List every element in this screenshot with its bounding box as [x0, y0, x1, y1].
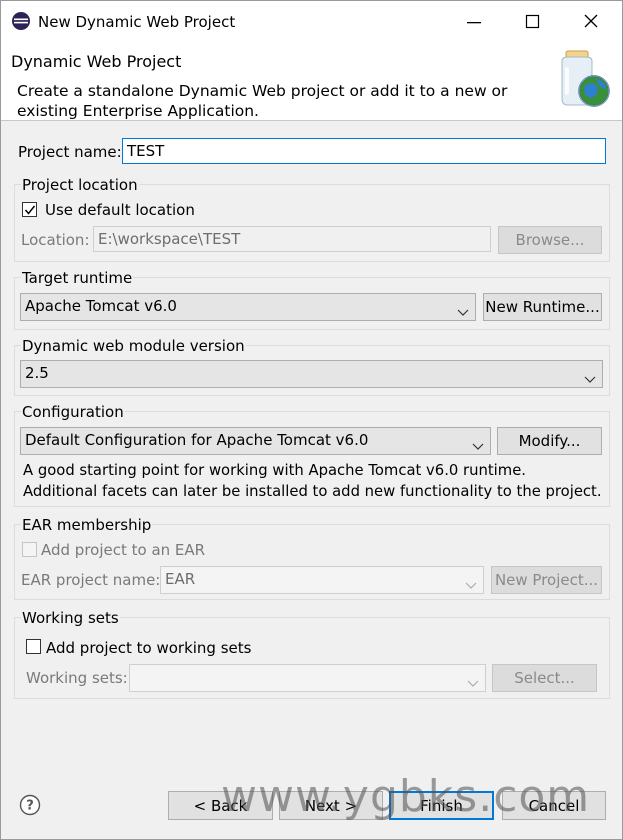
project-name-input[interactable]: TEST [122, 138, 606, 164]
target-runtime-value: Apache Tomcat v6.0 [25, 297, 177, 315]
new-runtime-button[interactable]: New Runtime... [483, 293, 602, 321]
chevron-down-icon [457, 303, 469, 316]
wizard-banner: Dynamic Web Project Create a standalone … [1, 43, 622, 121]
working-sets-label: Working sets: [26, 669, 128, 687]
window-title: New Dynamic Web Project [38, 13, 236, 31]
banner-description: Create a standalone Dynamic Web project … [17, 82, 508, 120]
add-to-working-sets-checkbox[interactable] [26, 639, 41, 654]
web-project-jar-icon [552, 47, 614, 109]
ear-project-name-value: EAR [165, 570, 196, 588]
configuration-title: Configuration [21, 403, 125, 421]
use-default-location-checkbox[interactable] [22, 202, 37, 217]
project-name-label: Project name: [18, 143, 122, 161]
module-version-title: Dynamic web module version [21, 337, 246, 355]
browse-button[interactable]: Browse... [498, 226, 602, 254]
ear-membership-title: EAR membership [21, 516, 153, 534]
ear-project-name-select[interactable]: EAR [160, 566, 484, 594]
title-bar[interactable]: New Dynamic Web Project [1, 1, 622, 43]
working-sets-title: Working sets [21, 609, 120, 627]
svg-text:?: ? [26, 799, 34, 814]
add-to-ear-label: Add project to an EAR [41, 541, 206, 559]
project-location-title: Project location [21, 176, 139, 194]
footer-separator [1, 771, 622, 772]
configuration-description-line2: Additional facets can later be installed… [23, 483, 602, 500]
banner-title: Dynamic Web Project [11, 52, 182, 71]
chevron-down-icon [467, 674, 479, 687]
finish-button[interactable]: Finish [389, 791, 494, 820]
target-runtime-select[interactable]: Apache Tomcat v6.0 [20, 293, 476, 321]
location-input[interactable]: E:\workspace\TEST [93, 226, 491, 252]
working-sets-select[interactable] [129, 664, 486, 692]
configuration-select[interactable]: Default Configuration for Apache Tomcat … [20, 427, 491, 455]
next-button[interactable]: Next > [279, 791, 383, 820]
help-icon[interactable]: ? [19, 794, 41, 816]
select-working-sets-button[interactable]: Select... [492, 664, 597, 692]
maximize-icon[interactable] [518, 9, 546, 35]
dialog-window: New Dynamic Web Project Dynamic Web Proj… [0, 0, 623, 840]
eclipse-icon [11, 11, 31, 31]
add-to-working-sets-label: Add project to working sets [46, 639, 252, 657]
back-button[interactable]: < Back [168, 791, 273, 820]
ear-project-name-label: EAR project name: [21, 571, 161, 589]
cancel-button[interactable]: Cancel [502, 791, 606, 820]
add-to-ear-checkbox[interactable] [22, 542, 37, 557]
target-runtime-title: Target runtime [21, 269, 134, 287]
configuration-description-line1: A good starting point for working with A… [23, 462, 527, 479]
modify-button[interactable]: Modify... [497, 427, 602, 455]
close-icon[interactable] [577, 9, 605, 35]
chevron-down-icon [472, 437, 484, 450]
module-version-value: 2.5 [25, 364, 49, 382]
configuration-value: Default Configuration for Apache Tomcat … [25, 431, 369, 449]
minimize-icon[interactable] [460, 9, 488, 35]
chevron-down-icon [465, 576, 477, 589]
location-label: Location: [21, 231, 90, 249]
use-default-location-label: Use default location [45, 201, 195, 219]
module-version-select[interactable]: 2.5 [20, 360, 603, 388]
chevron-down-icon [584, 370, 596, 383]
new-ear-project-button[interactable]: New Project... [491, 566, 602, 594]
